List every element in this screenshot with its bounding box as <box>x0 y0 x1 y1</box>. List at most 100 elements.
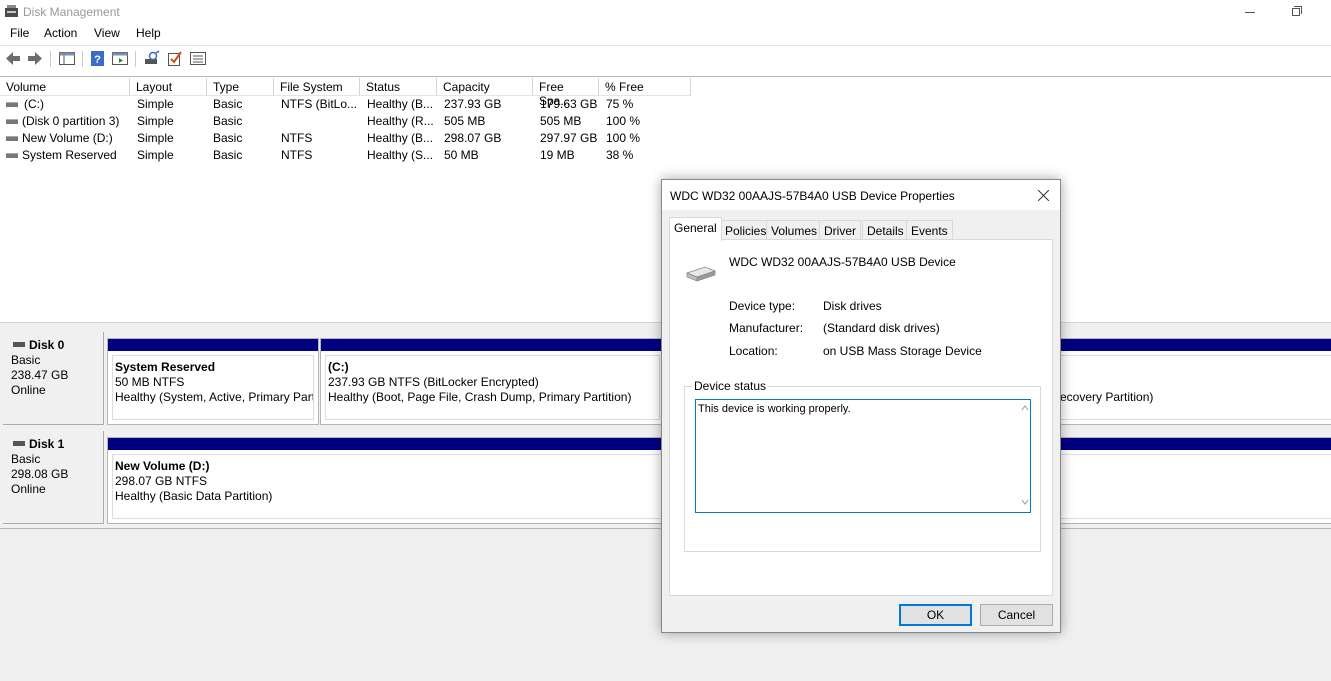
column-header-percent-free[interactable]: % Free <box>599 78 691 96</box>
partition-title: System Reserved <box>115 360 216 374</box>
help-icon[interactable]: ? <box>89 50 107 67</box>
toolbar-separator <box>50 51 51 67</box>
rescan-icon[interactable] <box>143 50 161 67</box>
menu-view[interactable]: View <box>94 26 120 40</box>
cell-file-system: NTFS <box>281 148 313 162</box>
device-type-label: Device type: <box>729 299 796 313</box>
column-header-volume[interactable]: Volume <box>0 78 130 96</box>
partition-bar <box>108 339 318 351</box>
title-bar: Disk Management <box>0 0 1331 24</box>
toolbar-separator <box>82 51 83 67</box>
restore-button[interactable] <box>1282 2 1310 22</box>
ok-button[interactable]: OK <box>899 604 972 626</box>
menu-help[interactable]: Help <box>136 26 161 40</box>
table-row[interactable]: (Disk 0 partition 3) Simple Basic Health… <box>0 113 700 130</box>
partition-status: Healthy (System, Active, Primary Parti <box>115 390 314 404</box>
scroll-down-icon[interactable] <box>1021 498 1029 506</box>
partition-recovery[interactable]: ecovery Partition) <box>1040 338 1331 425</box>
cell-free-space: 505 MB <box>540 114 582 128</box>
partition-system-reserved[interactable]: System Reserved 50 MB NTFS Healthy (Syst… <box>107 338 319 425</box>
cell-volume: New Volume (D:) <box>22 131 113 145</box>
cell-type: Basic <box>213 97 243 111</box>
partition-size <box>1060 375 1331 389</box>
cell-status: Healthy (R... <box>367 114 434 128</box>
disk-state: Online <box>11 482 46 496</box>
drive-icon <box>13 441 25 446</box>
cell-layout: Simple <box>137 131 174 145</box>
list-view-icon[interactable] <box>189 50 207 67</box>
column-header-capacity[interactable]: Capacity <box>437 78 533 96</box>
svg-text:?: ? <box>94 54 101 66</box>
tab-volumes[interactable]: Volumes <box>766 220 823 240</box>
minimize-button[interactable] <box>1236 2 1264 22</box>
menu-action[interactable]: Action <box>44 26 77 40</box>
column-header-file-system[interactable]: File System <box>274 78 360 96</box>
partition-status: ecovery Partition) <box>1060 390 1154 404</box>
cell-percent-free: 100 % <box>606 131 641 145</box>
column-header-layout[interactable]: Layout <box>130 78 207 96</box>
scroll-up-icon[interactable] <box>1021 404 1029 412</box>
column-header-free-space[interactable]: Free Spa... <box>533 78 599 108</box>
forward-arrow-icon[interactable] <box>26 50 44 67</box>
table-row[interactable]: System Reserved Simple Basic NTFS Health… <box>0 147 700 164</box>
cell-type: Basic <box>213 131 243 145</box>
disk-1-label[interactable]: Disk 1 Basic 298.08 GB Online <box>3 431 104 524</box>
console-tree-icon[interactable] <box>58 50 76 67</box>
partition-size: 50 MB NTFS <box>115 375 185 389</box>
partition-status: Healthy (Boot, Page File, Crash Dump, Pr… <box>328 390 632 404</box>
cell-status: Healthy (S... <box>367 148 434 162</box>
cell-percent-free: 38 % <box>606 148 634 162</box>
tab-policies[interactable]: Policies <box>720 220 772 240</box>
partition-title: (C:) <box>328 360 349 374</box>
checklist-icon[interactable] <box>166 50 184 67</box>
drive-icon <box>13 342 25 347</box>
cell-status: Healthy (B... <box>367 131 434 145</box>
cell-free-space: 19 MB <box>540 148 575 162</box>
table-row[interactable]: New Volume (D:) Simple Basic NTFS Health… <box>0 130 700 147</box>
cell-capacity: 298.07 GB <box>444 131 502 145</box>
partition-c[interactable]: (C:) 237.93 GB NTFS (BitLocker Encrypted… <box>320 338 665 425</box>
disk-state: Online <box>11 383 46 397</box>
column-header-type[interactable]: Type <box>207 78 274 96</box>
disk-type: Basic <box>11 353 41 367</box>
table-row[interactable]: (C:) Simple Basic NTFS (BitLo... Healthy… <box>0 96 700 113</box>
device-status-textbox[interactable]: This device is working properly. <box>695 399 1031 513</box>
disk-drive-icon <box>685 266 717 282</box>
cell-volume: (C:) <box>24 97 44 111</box>
column-header-status[interactable]: Status <box>360 78 437 96</box>
device-type-value: Disk drives <box>823 299 882 313</box>
cell-volume: (Disk 0 partition 3) <box>22 114 120 128</box>
cell-percent-free: 100 % <box>606 114 641 128</box>
disk-type: Basic <box>11 452 41 466</box>
device-name: WDC WD32 00AAJS-57B4A0 USB Device <box>729 255 956 269</box>
cell-percent-free: 75 % <box>606 97 634 111</box>
drive-icon <box>6 102 18 107</box>
cell-free-space: 179.63 GB <box>540 97 598 111</box>
cell-layout: Simple <box>137 97 174 111</box>
disk-0-label[interactable]: Disk 0 Basic 238.47 GB Online <box>3 332 104 425</box>
device-properties-dialog: WDC WD32 00AAJS-57B4A0 USB Device Proper… <box>661 179 1061 633</box>
close-button[interactable] <box>1030 185 1058 207</box>
disk-size: 298.08 GB <box>11 467 69 481</box>
dialog-title-bar: WDC WD32 00AAJS-57B4A0 USB Device Proper… <box>662 180 1060 210</box>
back-arrow-icon[interactable] <box>4 50 22 67</box>
partition-title <box>1060 360 1331 374</box>
cell-layout: Simple <box>137 148 174 162</box>
menu-file[interactable]: File <box>10 26 29 40</box>
cell-free-space: 297.97 GB <box>540 131 598 145</box>
partition-bar <box>321 339 664 351</box>
tab-events[interactable]: Events <box>906 220 953 240</box>
cancel-button[interactable]: Cancel <box>980 604 1053 626</box>
tab-details[interactable]: Details <box>862 220 909 240</box>
cell-capacity: 237.93 GB <box>444 97 502 111</box>
properties-icon[interactable] <box>111 50 129 67</box>
dialog-title: WDC WD32 00AAJS-57B4A0 USB Device Proper… <box>670 189 955 203</box>
device-status-text: This device is working properly. <box>698 403 851 415</box>
general-tab-panel: WDC WD32 00AAJS-57B4A0 USB Device Device… <box>669 239 1053 596</box>
disk-size: 238.47 GB <box>11 368 69 382</box>
tab-driver[interactable]: Driver <box>819 220 861 240</box>
menu-bar: File Action View Help <box>0 24 1331 44</box>
tab-general[interactable]: General <box>669 217 722 241</box>
disk-management-icon <box>5 5 18 17</box>
device-status-label: Device status <box>692 379 769 393</box>
